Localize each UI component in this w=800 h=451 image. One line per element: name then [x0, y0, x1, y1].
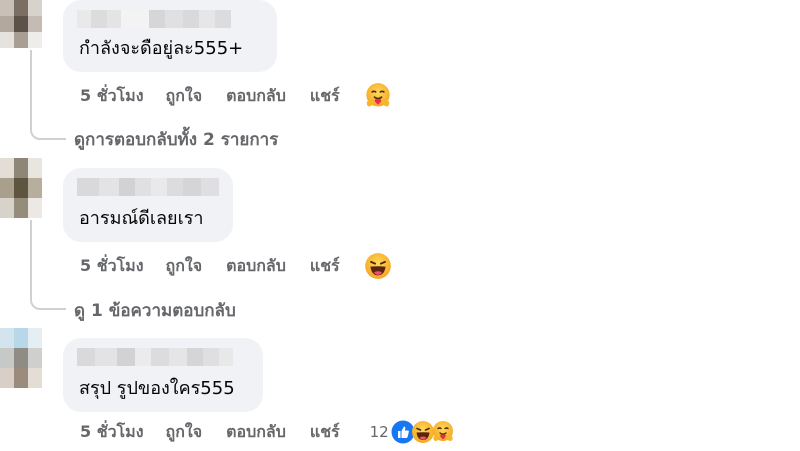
hug-emoji-icon [431, 420, 455, 444]
author-name-blurred[interactable] [77, 178, 219, 196]
author-name-blurred[interactable] [77, 348, 233, 366]
avatar[interactable] [0, 158, 42, 218]
like-button[interactable]: ถูกใจ [166, 254, 203, 279]
share-button[interactable]: แชร์ [310, 84, 340, 109]
like-button[interactable]: ถูกใจ [166, 420, 203, 445]
reaction-summary[interactable] [391, 420, 455, 444]
reaction-count[interactable]: 12 [370, 423, 389, 441]
share-button[interactable]: แชร์ [310, 254, 340, 279]
thread-connector [30, 118, 66, 140]
reply-button[interactable]: ตอบกลับ [226, 84, 286, 109]
comment-actions: 5 ชั่วโมง ถูกใจ ตอบกลับ แชร์ [80, 82, 392, 110]
thread-connector [30, 288, 66, 310]
haha-emoji-icon[interactable] [364, 252, 392, 280]
comment-bubble: กำลังจะดือยู่ละ555+ [63, 0, 277, 72]
view-replies-link[interactable]: ดู 1 ข้อความตอบกลับ [74, 297, 236, 324]
author-name-blurred[interactable] [77, 10, 231, 28]
share-button[interactable]: แชร์ [310, 420, 340, 445]
view-replies-link[interactable]: ดูการตอบกลับทั้ง 2 รายการ [74, 126, 278, 153]
thread-line [30, 220, 32, 292]
comment-bubble: อารมณ์ดีเลยเรา [63, 168, 233, 242]
reply-button[interactable]: ตอบกลับ [226, 254, 286, 279]
reply-button[interactable]: ตอบกลับ [226, 420, 286, 445]
hug-emoji-icon[interactable] [364, 82, 392, 110]
comment-actions: 5 ชั่วโมง ถูกใจ ตอบกลับ แชร์ 12 [80, 418, 455, 446]
timestamp[interactable]: 5 ชั่วโมง [80, 420, 144, 445]
timestamp[interactable]: 5 ชั่วโมง [80, 254, 144, 279]
timestamp[interactable]: 5 ชั่วโมง [80, 84, 144, 109]
avatar[interactable] [0, 328, 42, 388]
avatar[interactable] [0, 0, 42, 48]
thread-line [30, 50, 32, 122]
like-button[interactable]: ถูกใจ [166, 84, 203, 109]
comment-text: กำลังจะดือยู่ละ555+ [79, 38, 244, 59]
comment-actions: 5 ชั่วโมง ถูกใจ ตอบกลับ แชร์ [80, 252, 392, 280]
comment-text: สรุป รูปของใคร555 [79, 378, 235, 399]
comment-bubble: สรุป รูปของใคร555 [63, 338, 263, 412]
comment-text: อารมณ์ดีเลยเรา [79, 208, 204, 229]
